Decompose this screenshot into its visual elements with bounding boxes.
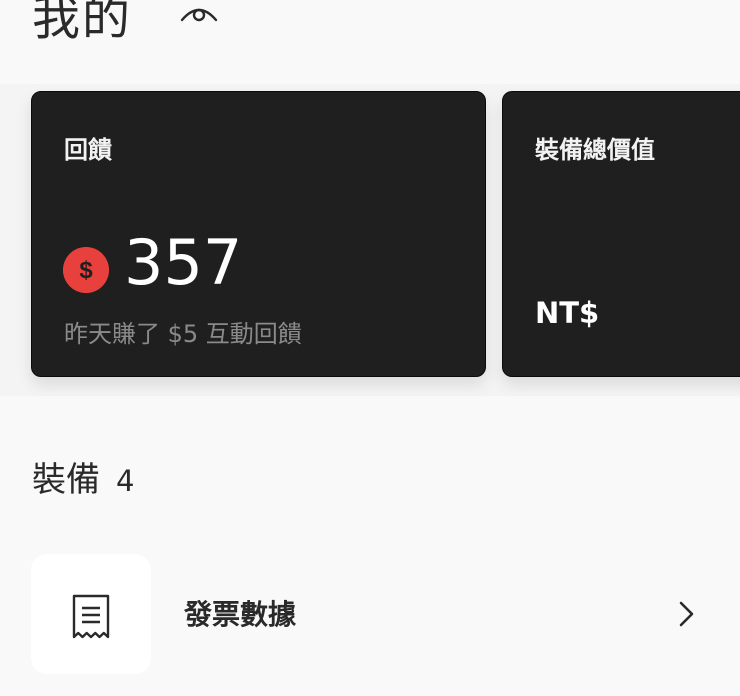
page-title: 我的 [32,0,133,46]
list-item-icon-box [31,554,151,674]
rewards-points-value: 357 [124,226,243,299]
rewards-card[interactable]: 回饋 $ 357 昨天賺了 $5 互動回饋 [31,91,486,377]
list-item-invoice-data[interactable]: 發票數據 [0,548,740,678]
eye-icon[interactable] [180,0,218,24]
dollar-coin-icon: $ [63,247,109,293]
gear-section-title: 裝備 [32,460,100,500]
gear-section-count: 4 [116,464,135,498]
gear-section-header: 裝備 4 [32,452,134,501]
list-item-label: 發票數據 [184,598,297,631]
chevron-right-icon [679,601,694,627]
coin-symbol: $ [79,257,93,284]
rewards-card-label: 回饋 [64,136,112,164]
gear-value-card[interactable]: 裝備總價值 NT$ [502,91,740,377]
gear-value-amount: NT$ [535,296,600,330]
gear-value-card-label: 裝備總價值 [535,136,655,164]
rewards-subtitle: 昨天賺了 $5 互動回饋 [64,320,302,348]
receipt-icon [72,594,110,639]
